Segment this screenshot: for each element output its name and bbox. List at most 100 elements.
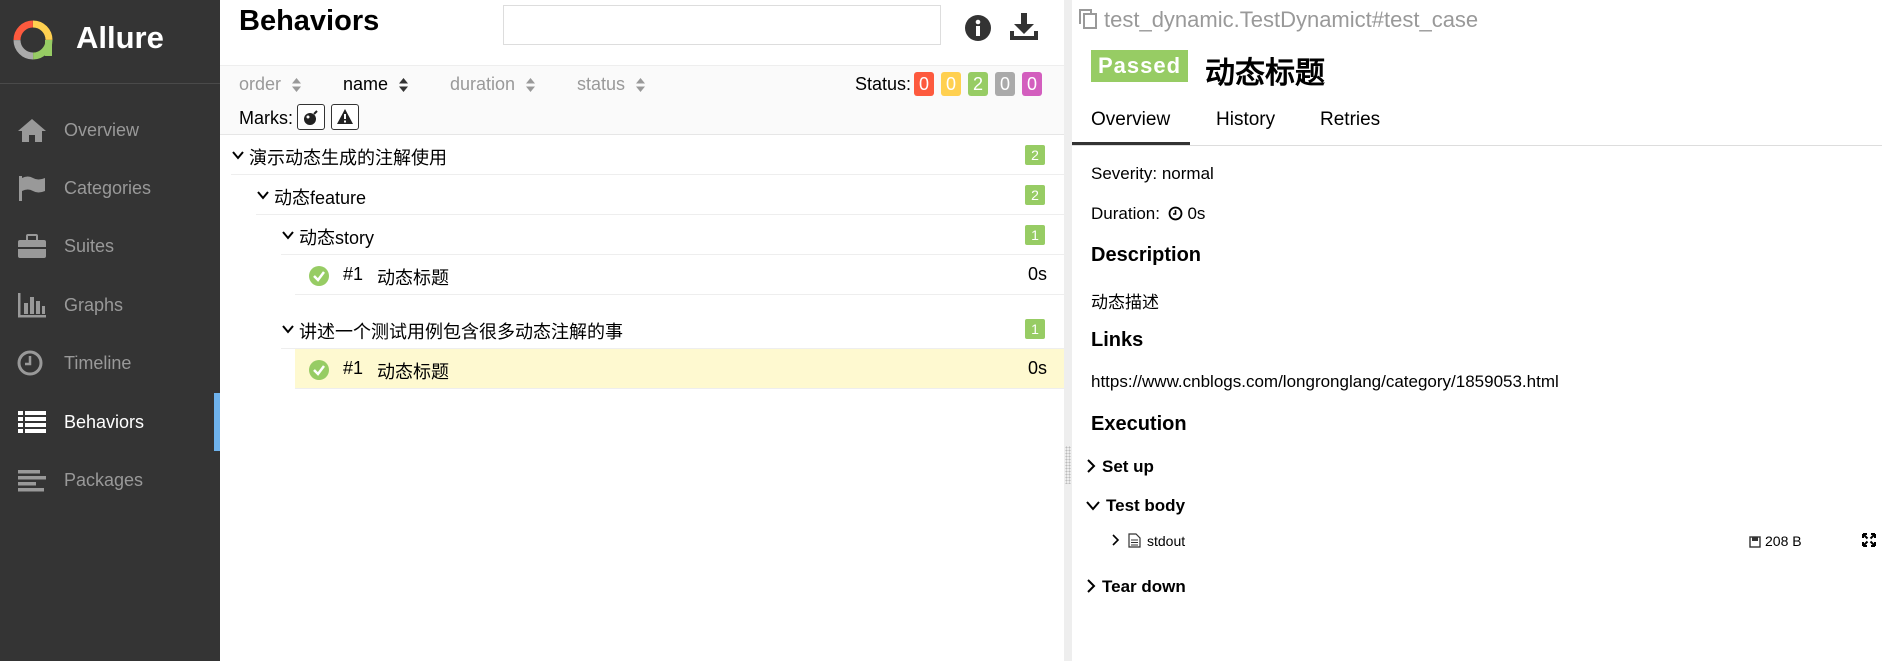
chevron-right-icon	[1087, 459, 1096, 473]
splitter-grip-icon	[1065, 446, 1071, 484]
tree-node-story[interactable]: 讲述一个测试用例包含很多动态注解的事 1	[281, 309, 1064, 349]
clock-icon	[1168, 206, 1183, 221]
chevron-right-icon	[1112, 534, 1120, 546]
sidebar-item-label: Graphs	[64, 295, 124, 315]
sidebar-item-graphs[interactable]: Graphs	[0, 276, 220, 334]
sidebar-item-packages[interactable]: Packages	[0, 451, 220, 509]
test-body-label: Test body	[1106, 496, 1186, 515]
toolbar: order name duration status Status: 0 0 2…	[220, 65, 1064, 135]
test-case-row[interactable]: #1 动态标题 0s	[295, 255, 1064, 295]
attachment-row[interactable]: stdout 208 B	[1112, 530, 1877, 554]
sidebar-item-label: Suites	[64, 236, 115, 256]
behaviors-pane: Behaviors order name duration status Sta…	[220, 0, 1064, 661]
bomb-icon	[304, 110, 318, 125]
test-case-name: 动态标题	[377, 362, 449, 382]
test-case-number: #1	[343, 358, 364, 378]
file-icon	[1128, 533, 1141, 548]
links-heading: Links	[1091, 329, 1144, 351]
sidebar-item-behaviors[interactable]: Behaviors	[0, 393, 220, 451]
attachment-size: 208 B	[1749, 533, 1802, 549]
tree-node-label: 动态feature	[274, 188, 367, 208]
test-case-duration: 0s	[1027, 358, 1047, 378]
tree-node-epic[interactable]: 演示动态生成的注解使用 2	[231, 135, 1064, 175]
sort-status-label: status	[577, 74, 626, 94]
search-input[interactable]	[503, 5, 941, 45]
sort-name-button[interactable]: name	[343, 74, 409, 95]
test-full-name[interactable]: test_dynamic.TestDynamict#test_case	[1078, 7, 1478, 33]
tree-node-feature[interactable]: 动态feature 2	[256, 175, 1064, 215]
sidebar-item-timeline[interactable]: Timeline	[0, 334, 220, 392]
status-unknown-toggle[interactable]: 0	[1022, 72, 1042, 96]
download-icon[interactable]	[1007, 11, 1041, 43]
sort-order-button[interactable]: order	[239, 74, 302, 95]
expand-icon[interactable]	[1862, 533, 1876, 547]
tree-node-story[interactable]: 动态story 1	[281, 215, 1064, 255]
clock-icon	[17, 350, 43, 376]
home-icon	[18, 119, 46, 142]
duration-row: Duration: 0s	[1091, 204, 1205, 224]
status-failed-toggle[interactable]: 0	[914, 72, 934, 96]
detail-tabs: Overview History Retries	[1071, 100, 1882, 146]
duration-label: Duration:	[1091, 204, 1160, 223]
tab-overview[interactable]: Overview	[1071, 109, 1191, 145]
bar-chart-icon	[18, 293, 46, 318]
test-case-name: 动态标题	[377, 268, 449, 288]
external-link[interactable]: https://www.cnblogs.com/longronglang/cat…	[1091, 372, 1559, 392]
app-name: Allure	[76, 20, 164, 55]
severity-label: Severity: normal	[1091, 164, 1214, 183]
status-broken-toggle[interactable]: 0	[941, 72, 961, 96]
marks-label: Marks:	[239, 108, 293, 128]
setup-section-toggle[interactable]: Set up	[1086, 457, 1154, 477]
sort-duration-label: duration	[450, 74, 516, 94]
info-icon[interactable]	[963, 13, 993, 43]
sidebar-item-suites[interactable]: Suites	[0, 217, 220, 275]
sidebar-item-label: Packages	[64, 470, 144, 490]
page-title: Behaviors	[239, 5, 380, 37]
copy-icon	[1079, 9, 1097, 29]
teardown-section-toggle[interactable]: Tear down	[1086, 577, 1186, 597]
mark-flaky-toggle[interactable]	[297, 104, 325, 130]
execution-heading: Execution	[1091, 413, 1187, 435]
sort-icon	[526, 78, 536, 92]
warning-icon	[337, 109, 353, 124]
sidebar: Allure Overview Categories Suites Graphs…	[0, 0, 220, 661]
count-badge: 2	[1025, 185, 1045, 205]
description-heading: Description	[1091, 244, 1202, 266]
tab-history[interactable]: History	[1216, 109, 1275, 131]
align-left-icon	[18, 470, 46, 492]
test-id-label: test_dynamic.TestDynamict#test_case	[1104, 7, 1479, 32]
sidebar-item-categories[interactable]: Categories	[0, 159, 220, 217]
attachment-size-value: 208 B	[1765, 533, 1802, 549]
brand[interactable]: Allure	[0, 0, 220, 84]
count-badge: 1	[1025, 319, 1045, 339]
test-body-section-toggle[interactable]: Test body	[1086, 496, 1185, 516]
allure-logo-icon	[13, 20, 53, 60]
tab-retries[interactable]: Retries	[1320, 109, 1380, 131]
attachment-name: stdout	[1147, 533, 1186, 549]
list-icon	[18, 411, 46, 433]
chevron-down-icon	[282, 325, 294, 334]
test-case-number: #1	[343, 264, 364, 284]
test-case-row-selected[interactable]: #1 动态标题 0s	[295, 349, 1064, 389]
chevron-down-icon	[282, 231, 294, 240]
passed-status-icon	[309, 266, 329, 286]
sidebar-item-overview[interactable]: Overview	[0, 101, 220, 159]
mark-new-failed-toggle[interactable]	[331, 104, 359, 130]
status-passed-toggle[interactable]: 2	[968, 72, 988, 96]
duration-value: 0s	[1187, 204, 1206, 223]
chevron-down-icon	[232, 151, 244, 160]
sort-icon	[399, 78, 409, 92]
sort-duration-button[interactable]: duration	[450, 74, 536, 95]
passed-status-icon	[309, 360, 329, 380]
tree-node-label: 动态story	[299, 228, 375, 248]
flag-icon	[19, 176, 45, 201]
sort-icon	[636, 78, 646, 92]
chevron-down-icon	[1086, 501, 1100, 511]
test-title: 动态标题	[1205, 57, 1325, 90]
pane-splitter[interactable]	[1064, 0, 1072, 661]
sort-name-label: name	[343, 74, 389, 94]
tree-node-label: 讲述一个测试用例包含很多动态注解的事	[299, 322, 623, 342]
description-text: 动态描述	[1091, 293, 1159, 312]
sort-status-button[interactable]: status	[577, 74, 646, 95]
status-skipped-toggle[interactable]: 0	[995, 72, 1015, 96]
